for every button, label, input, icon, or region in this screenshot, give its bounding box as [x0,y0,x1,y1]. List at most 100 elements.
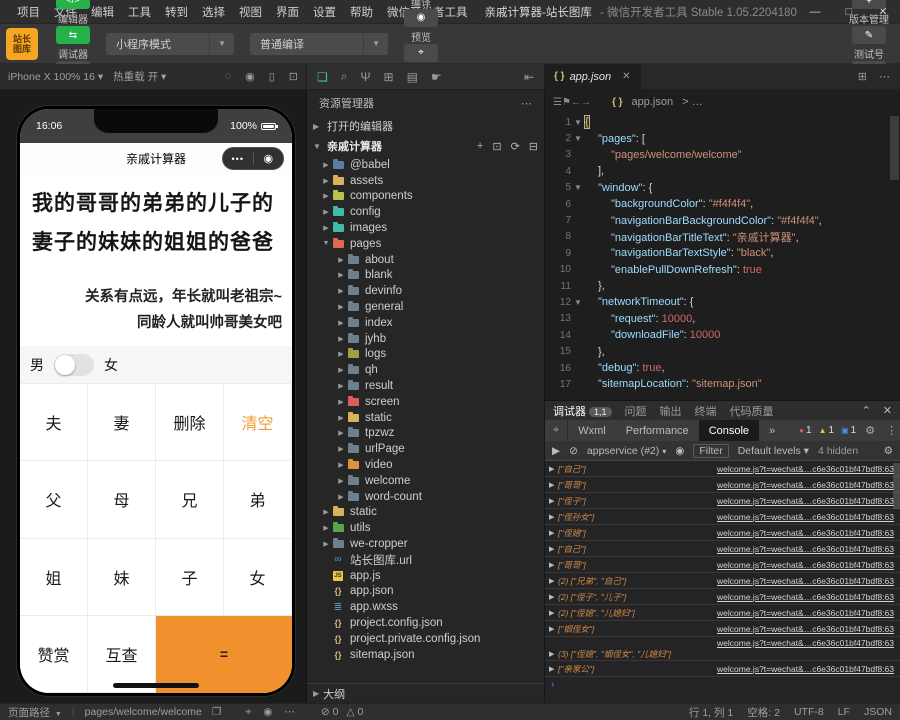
expand-icon[interactable]: ▶ [549,545,558,553]
tree-item-app.json[interactable]: {}app.json [307,584,544,600]
tree-item-we-cropper[interactable]: ▶we-cropper [307,536,544,552]
tree-item-app.js[interactable]: JSapp.js [307,568,544,584]
console-scrollbar[interactable] [893,463,900,509]
tree-item-images[interactable]: ▶images [307,220,544,236]
expand-icon[interactable]: ▶ [549,481,558,489]
fold-icon[interactable]: ▼ [571,134,585,143]
project-section[interactable]: ▼ 亲戚计算器 +⊡⟳⊟ [307,136,544,156]
keypad-key-删除[interactable]: 删除 [156,384,224,461]
tree-item-app.wxss[interactable]: ≣app.wxss [307,599,544,615]
status-more-icon[interactable]: ⋯ [284,706,295,719]
console-source-link[interactable]: welcome.js?t=wechat&…c6e36c01bf47bdf8:63 [717,592,894,602]
tree-item-pages[interactable]: ▼pages [307,236,544,252]
tree-item-index[interactable]: ▶index [307,315,544,331]
tree-item-jyhb[interactable]: ▶jyhb [307,331,544,347]
tree-item-static[interactable]: ▶static [307,505,544,521]
preview-status-icon[interactable]: ◉ [263,706,272,719]
fold-icon[interactable]: ▼ [571,183,585,192]
tree-item-general[interactable]: ▶general [307,299,544,315]
console-source-link[interactable]: welcome.js?t=wechat&…c6e36c01bf47bdf8:63 [717,608,894,618]
device-icon[interactable]: ▯ [269,70,275,83]
keypad-key-夫[interactable]: 夫 [20,384,88,461]
devtools-tab-Wxml[interactable]: Wxml [568,420,616,441]
refresh-explorer-icon[interactable]: ⟳ [511,140,520,153]
record-icon[interactable]: ◉ [245,70,255,83]
collapse-sidebar-icon[interactable]: ⇤ [524,70,534,84]
keypad-key-清空[interactable]: 清空 [224,384,292,461]
extensions-icon[interactable]: ⊞ [384,70,394,84]
explorer-more-icon[interactable]: ⋯ [521,97,532,110]
code-editor[interactable]: ☰⚑←→ { } app.json > … 1▼{2▼"pages": [3"p… [545,90,900,400]
console-row[interactable]: ▶(2) ["侄子", "儿子"]welcome.js?t=wechat&…c6… [545,589,900,605]
devtools-tab-»[interactable]: » [759,420,785,441]
problems-count[interactable]: △ 0 [346,706,363,718]
menu-item[interactable]: 选择 [195,4,232,20]
panel-tab-终端[interactable]: 终端 [695,403,717,419]
menu-item[interactable]: 界面 [269,4,306,20]
status-item[interactable]: 行 1, 列 1 [689,705,733,720]
collapse-panel-icon[interactable]: ⌃ [862,404,871,417]
expand-icon[interactable]: ▶ [549,577,558,585]
tree-item-about[interactable]: ▶about [307,252,544,268]
warning-count[interactable]: ▲1 [819,425,834,436]
gender-toggle[interactable] [54,354,94,376]
expand-icon[interactable]: ▶ [549,529,558,537]
menu-item[interactable]: 设置 [306,4,343,20]
console-source-link[interactable]: welcome.js?t=wechat&…c6e36c01bf47bdf8:63 [717,528,894,538]
compile-mode-dropdown[interactable]: 普通编译 ▼ [250,33,388,55]
console-settings-icon[interactable]: ⚙ [884,445,893,457]
files-icon[interactable]: ❏ [317,70,328,84]
console-source-link[interactable]: welcome.js?t=wechat&…c6e36c01bf47bdf8:63 [717,512,894,522]
tab-app-json[interactable]: { } app.json ✕ [545,64,641,89]
keypad-key-赞赏[interactable]: 赞赏 [20,616,88,693]
problems-count[interactable]: ⊘ 0 [321,706,339,718]
console-source-link[interactable]: welcome.js?t=wechat&…c6e36c01bf47bdf8:63 [717,560,894,570]
back-icon[interactable]: ← [571,97,581,108]
tree-item-result[interactable]: ▶result [307,378,544,394]
more-actions-icon[interactable]: ⋯ [879,70,890,83]
console-row[interactable]: ▶(2) ["兄弟", "自己"]welcome.js?t=wechat&…c6… [545,573,900,589]
current-page-path[interactable]: pages/welcome/welcome [85,706,202,718]
tree-item-assets[interactable]: ▶assets [307,173,544,189]
console-source-link[interactable]: welcome.js?t=wechat&…c6e36c01bf47bdf8:63 [717,480,894,490]
toolbar-button-预览[interactable]: ◉预览 [401,9,441,44]
new-file-icon[interactable]: + [477,140,483,153]
tree-item-config[interactable]: ▶config [307,204,544,220]
tree-item-urlPage[interactable]: ▶urlPage [307,441,544,457]
editor-scrollbar[interactable] [890,116,899,180]
new-folder-icon[interactable]: ⊡ [492,140,501,153]
device-selector[interactable]: iPhone X 100% 16 ▾ [8,71,103,83]
close-tab-icon[interactable]: ✕ [622,71,630,82]
tree-item-screen[interactable]: ▶screen [307,394,544,410]
tree-item-logs[interactable]: ▶logs [307,347,544,363]
toolbar-button-调试器[interactable]: ⇆调试器 [53,26,93,61]
tree-item-站长图库.url[interactable]: ∞站长图库.url [307,552,544,568]
expand-icon[interactable]: ▶ [549,609,558,617]
console-source-link[interactable]: welcome.js?t=wechat&…c6e36c01bf47bdf8:63 [717,496,894,506]
clear-console-icon[interactable]: ⊘ [569,445,578,457]
tree-item-components[interactable]: ▶components [307,189,544,205]
keypad-key-妻[interactable]: 妻 [88,384,156,461]
keypad-key-子[interactable]: 子 [156,539,224,616]
capsule-menu[interactable]: ••• ◉ [222,147,284,170]
expand-icon[interactable]: ▶ [549,665,558,673]
search-icon[interactable]: ⌕ [341,69,348,84]
tree-item-devinfo[interactable]: ▶devinfo [307,283,544,299]
tree-item-welcome[interactable]: ▶welcome [307,473,544,489]
console-row[interactable]: ▶["侄孙女"]welcome.js?t=wechat&…c6e36c01bf4… [545,509,900,525]
expand-icon[interactable]: ▶ [549,465,558,473]
tree-item-sitemap.json[interactable]: {}sitemap.json [307,647,544,663]
editor-list-icon[interactable]: ☰ [553,97,562,108]
source-control-icon[interactable]: Ψ [361,70,371,84]
hot-reload-toggle[interactable]: 热重载 开 ▾ [113,69,166,84]
expand-icon[interactable]: ▶ [549,593,558,601]
fold-icon[interactable]: ▼ [571,118,585,127]
code-area[interactable]: 1▼{2▼"pages": [3"pages/welcome/welcome"4… [545,114,900,400]
more-vert-icon[interactable]: ⋮ [886,424,897,437]
console-filter-input[interactable]: Filter [693,444,728,458]
compile-circle-icon[interactable]: ◌ [225,70,232,83]
debug-status-icon[interactable]: ⌖ [245,706,251,719]
status-item[interactable]: LF [838,706,850,718]
console-prompt[interactable]: › [545,677,900,690]
status-item[interactable]: UTF-8 [794,706,824,718]
